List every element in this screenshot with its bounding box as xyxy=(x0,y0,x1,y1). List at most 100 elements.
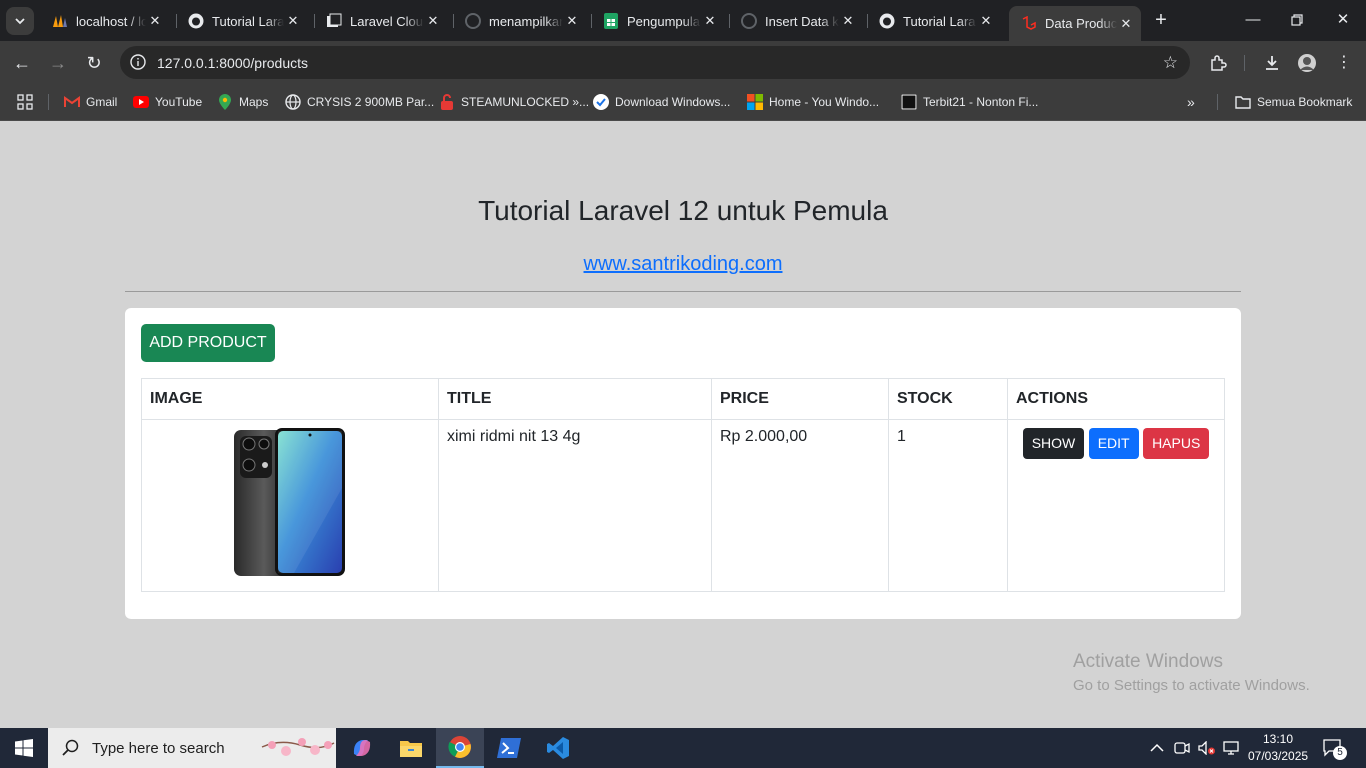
extensions-icon[interactable] xyxy=(1207,52,1229,74)
phpmyadmin-icon xyxy=(52,13,68,29)
column-header-title: TITLE xyxy=(438,378,712,420)
forward-icon[interactable]: → xyxy=(47,52,69,74)
taskbar-vscode[interactable] xyxy=(534,728,582,768)
taskbar-clock[interactable]: 13:10 07/03/2025 xyxy=(1248,731,1308,765)
product-image-cell xyxy=(141,419,439,592)
bookmark-label: CRYSIS 2 900MB Par... xyxy=(307,95,435,109)
meet-now-icon[interactable] xyxy=(1174,728,1190,768)
bookmarks-divider xyxy=(1217,94,1218,110)
tab-title: Laravel Cloud xyxy=(350,13,424,29)
steamunlocked-icon xyxy=(439,94,455,110)
download-icon[interactable] xyxy=(1261,52,1283,74)
globe-icon xyxy=(285,94,301,110)
column-header-price: PRICE xyxy=(711,378,889,420)
site-info-icon[interactable] xyxy=(130,54,146,70)
site-link[interactable]: www.santrikoding.com xyxy=(0,253,1366,276)
page-viewport: Tutorial Laravel 12 untuk Pemula www.san… xyxy=(0,121,1366,728)
check-icon xyxy=(593,94,609,110)
back-icon[interactable]: ← xyxy=(11,52,33,74)
start-button[interactable] xyxy=(0,728,48,768)
profile-avatar-icon[interactable] xyxy=(1296,52,1318,74)
bookmark-item[interactable]: Maps xyxy=(217,93,268,111)
notification-center-button[interactable]: 5 xyxy=(1323,728,1347,768)
bookmark-item[interactable]: Terbit21 - Nonton Fi... xyxy=(901,93,1038,111)
products-card: ADD PRODUCT IMAGE TITLE PRICE STOCK ACTI… xyxy=(125,308,1241,619)
browser-tab[interactable]: localhost / lo ✕ xyxy=(40,6,170,36)
browser-tab[interactable]: Tutorial Lara ✕ xyxy=(867,6,1001,36)
tab-title: Insert Data k xyxy=(765,13,839,29)
browser-tab[interactable]: Insert Data k ✕ xyxy=(729,6,863,36)
address-bar[interactable]: 127.0.0.1:8000/products ☆ xyxy=(120,46,1190,79)
toolbar-divider xyxy=(1244,55,1245,71)
close-tab-icon[interactable]: ✕ xyxy=(284,13,302,29)
all-bookmarks-button[interactable]: Semua Bookmark xyxy=(1235,93,1352,111)
browser-tab[interactable]: Laravel Cloud ✕ xyxy=(314,6,448,36)
restore-icon[interactable] xyxy=(1287,10,1307,30)
page-title: Tutorial Laravel 12 untuk Pemula xyxy=(478,195,888,226)
browser-tab[interactable]: menampilkan ✕ xyxy=(453,6,587,36)
more-bookmarks-icon[interactable]: » xyxy=(1187,93,1195,111)
show-hidden-icons[interactable] xyxy=(1150,728,1164,768)
bookmark-star-icon[interactable]: ☆ xyxy=(1163,53,1178,73)
browser-tab-active[interactable]: Data Product ✕ xyxy=(1009,6,1141,41)
close-window-icon[interactable]: ✕ xyxy=(1333,10,1353,30)
apps-grid-icon[interactable] xyxy=(17,93,33,111)
bookmark-item[interactable]: Gmail xyxy=(64,93,117,111)
search-icon xyxy=(62,739,79,756)
network-icon[interactable] xyxy=(1222,728,1240,768)
delete-button[interactable]: HAPUS xyxy=(1143,428,1210,459)
chrome-icon xyxy=(448,736,471,758)
taskbar-search-box[interactable]: Type here to search xyxy=(48,728,336,768)
show-button[interactable]: SHOW xyxy=(1022,428,1085,459)
tab-title: Pengumpula xyxy=(627,13,700,29)
browser-menu-icon[interactable]: ⋮ xyxy=(1333,52,1355,74)
product-actions: SHOW EDIT HAPUS xyxy=(1007,419,1225,592)
watermark-title: Activate Windows xyxy=(1073,651,1223,672)
copilot-icon xyxy=(353,740,371,756)
taskbar-powershell[interactable] xyxy=(485,728,533,768)
tab-title: menampilkan xyxy=(489,13,563,29)
bookmark-item[interactable]: YouTube xyxy=(133,93,202,111)
close-tab-icon[interactable]: ✕ xyxy=(839,13,857,29)
laravel-icon xyxy=(1021,15,1037,32)
tab-search-button[interactable] xyxy=(6,7,34,35)
watermark-subtitle: Go to Settings to activate Windows. xyxy=(1073,677,1310,694)
taskbar-chrome[interactable] xyxy=(436,728,484,768)
add-product-button[interactable]: ADD PRODUCT xyxy=(141,324,275,362)
close-tab-icon[interactable]: ✕ xyxy=(563,13,581,29)
browser-tab-strip: localhost / lo ✕ Tutorial Lara ✕ Laravel… xyxy=(0,0,1366,41)
tab-title: Data Product xyxy=(1045,16,1117,31)
close-tab-icon[interactable]: ✕ xyxy=(701,13,719,29)
close-tab-icon[interactable]: ✕ xyxy=(146,13,164,29)
sheets-icon xyxy=(603,13,619,29)
bookmark-label: STEAMUNLOCKED »... xyxy=(461,95,590,109)
bookmark-label: Terbit21 - Nonton Fi... xyxy=(923,95,1039,109)
new-tab-button[interactable]: + xyxy=(1151,10,1171,30)
url-text[interactable]: 127.0.0.1:8000/products xyxy=(157,55,308,71)
close-tab-icon[interactable]: ✕ xyxy=(1117,16,1135,32)
reload-icon[interactable]: ↻ xyxy=(83,52,105,74)
volume-muted-icon[interactable] xyxy=(1198,728,1216,768)
table-header-row: IMAGE TITLE PRICE STOCK ACTIONS xyxy=(141,378,1225,420)
close-tab-icon[interactable]: ✕ xyxy=(424,13,442,29)
taskbar-copilot[interactable] xyxy=(338,728,386,768)
product-image xyxy=(234,428,345,576)
taskbar-file-explorer[interactable] xyxy=(387,728,435,768)
close-tab-icon[interactable]: ✕ xyxy=(977,13,995,29)
column-header-actions: ACTIONS xyxy=(1007,378,1225,420)
camera-icon xyxy=(1174,742,1190,754)
bookmark-item[interactable]: Home - You Windo... xyxy=(747,93,879,111)
folder-icon xyxy=(400,741,422,757)
clock-time: 13:10 xyxy=(1262,732,1294,746)
bookmark-label: Maps xyxy=(239,95,269,109)
edit-button[interactable]: EDIT xyxy=(1088,428,1139,459)
bookmark-item[interactable]: CRYSIS 2 900MB Par... xyxy=(285,93,434,111)
terminal-icon xyxy=(497,738,521,758)
browser-tab[interactable]: Tutorial Lara ✕ xyxy=(176,6,308,36)
bookmark-item[interactable]: STEAMUNLOCKED »... xyxy=(439,93,589,111)
bookmark-item[interactable]: Download Windows... xyxy=(593,93,730,111)
github-icon xyxy=(465,13,481,29)
product-stock: 1 xyxy=(888,419,1008,592)
browser-tab[interactable]: Pengumpula ✕ xyxy=(591,6,725,36)
minimize-icon[interactable]: — xyxy=(1243,10,1263,30)
